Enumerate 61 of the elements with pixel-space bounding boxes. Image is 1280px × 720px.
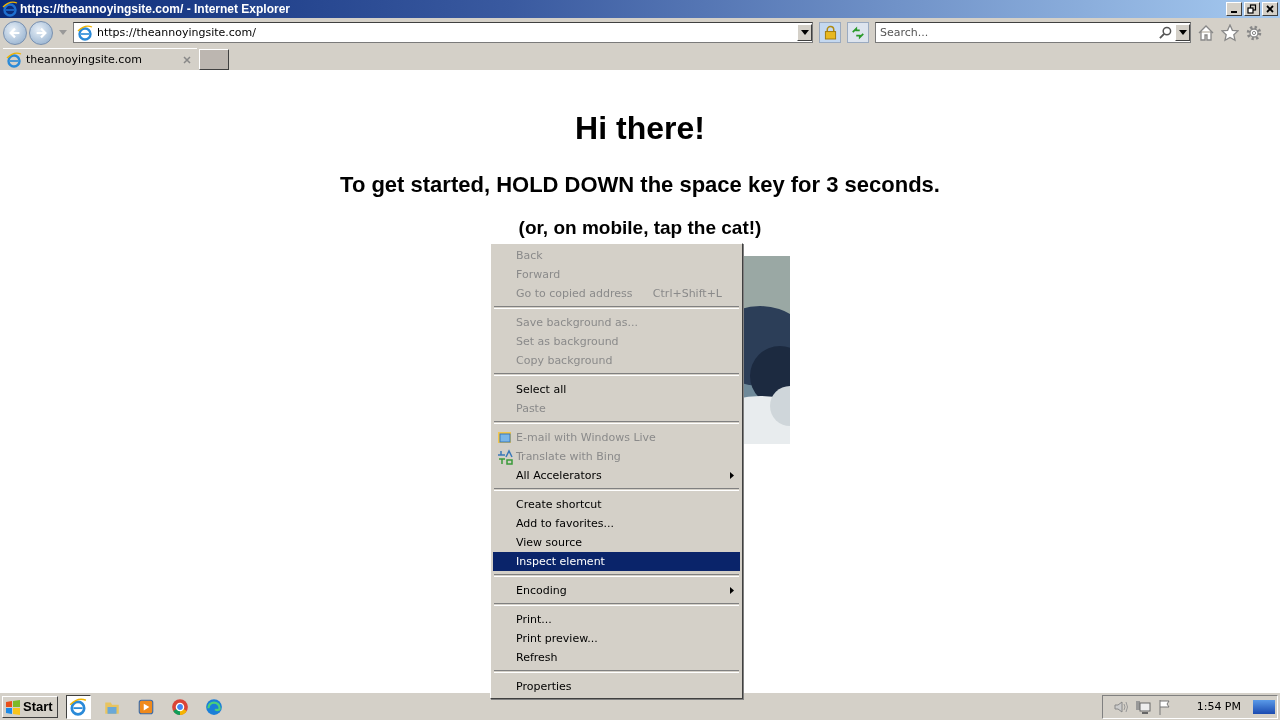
- search-bar[interactable]: Search...: [875, 22, 1191, 43]
- show-desktop-button[interactable]: [1253, 699, 1275, 714]
- menu-item[interactable]: Print preview...: [493, 629, 740, 648]
- flag-icon[interactable]: [1156, 698, 1173, 715]
- browser-logo-icon: [69, 697, 88, 716]
- menu-item[interactable]: View source: [493, 533, 740, 552]
- favorites-star-icon[interactable]: [1221, 23, 1239, 42]
- browser-logo-icon: [2, 1, 18, 17]
- search-icon[interactable]: [1159, 26, 1172, 39]
- settings-icon[interactable]: [1245, 23, 1263, 42]
- menu-item[interactable]: All Accelerators: [493, 466, 740, 485]
- wave-browser-logo-icon: [205, 697, 224, 716]
- dropdown-button[interactable]: [1175, 24, 1190, 41]
- window-title: https://theannoyingsite.com/ - Internet Explorer: [20, 2, 292, 16]
- close-tab-icon[interactable]: [183, 55, 191, 64]
- minimize-button[interactable]: [1226, 2, 1242, 16]
- start-button[interactable]: Start: [2, 695, 58, 718]
- page-heading: Hi there!: [575, 110, 705, 147]
- caret-icon: [800, 30, 809, 35]
- play-icon: [137, 697, 156, 716]
- mobile-hint-text: (or, on mobile, tap the cat!): [518, 217, 762, 239]
- recent-pages-caret-icon[interactable]: [59, 30, 67, 35]
- back-arrow-icon: [8, 25, 22, 40]
- menu-item[interactable]: Print...: [493, 610, 740, 629]
- menu-item[interactable]: Add to favorites...: [493, 514, 740, 533]
- speaker-icon[interactable]: [1112, 698, 1129, 715]
- close-icon: [1265, 4, 1275, 14]
- menu-item[interactable]: Create shortcut: [493, 495, 740, 514]
- address-bar[interactable]: https://theannoyingsite.com/: [73, 22, 813, 43]
- forward-button[interactable]: [29, 20, 53, 45]
- back-button[interactable]: [3, 20, 27, 45]
- menu-item[interactable]: Refresh: [493, 648, 740, 667]
- new-tab-button[interactable]: [199, 49, 229, 70]
- refresh-arrows-icon: [851, 25, 865, 40]
- close-button[interactable]: [1262, 2, 1278, 16]
- menu-item[interactable]: Select all: [493, 380, 740, 399]
- minimize-icon: [1231, 11, 1237, 13]
- windows-logo-icon: [5, 698, 21, 715]
- security-lock-button[interactable]: [819, 22, 841, 43]
- browser-tab[interactable]: theannoyingsite.com: [3, 48, 197, 70]
- search-field[interactable]: Search...: [876, 26, 1159, 39]
- clock[interactable]: 1:54 PM: [1196, 700, 1241, 713]
- round-browser-logo-icon: [171, 697, 190, 716]
- dropdown-button[interactable]: [797, 24, 812, 41]
- refresh-button[interactable]: [847, 22, 869, 43]
- forward-arrow-icon: [34, 25, 48, 40]
- instruction-text: To get started, HOLD DOWN the space key for 3 seconds.: [340, 172, 940, 198]
- menu-item[interactable]: Encoding: [493, 581, 740, 600]
- address-field[interactable]: https://theannoyingsite.com/: [97, 26, 797, 39]
- home-icon[interactable]: [1197, 23, 1215, 42]
- browser-taskbar-button[interactable]: [65, 694, 91, 719]
- tab-title: theannoyingsite.com: [26, 53, 143, 66]
- menu-item[interactable]: Inspect element: [493, 552, 740, 571]
- network-icon[interactable]: [1134, 698, 1151, 715]
- page-icon: [6, 51, 22, 68]
- restore-button[interactable]: [1244, 2, 1260, 16]
- padlock-icon: [823, 25, 837, 40]
- menu-item[interactable]: Properties: [493, 677, 740, 696]
- page-icon: [77, 24, 93, 41]
- restore-icon: [1247, 4, 1257, 14]
- caret-icon: [1178, 30, 1187, 35]
